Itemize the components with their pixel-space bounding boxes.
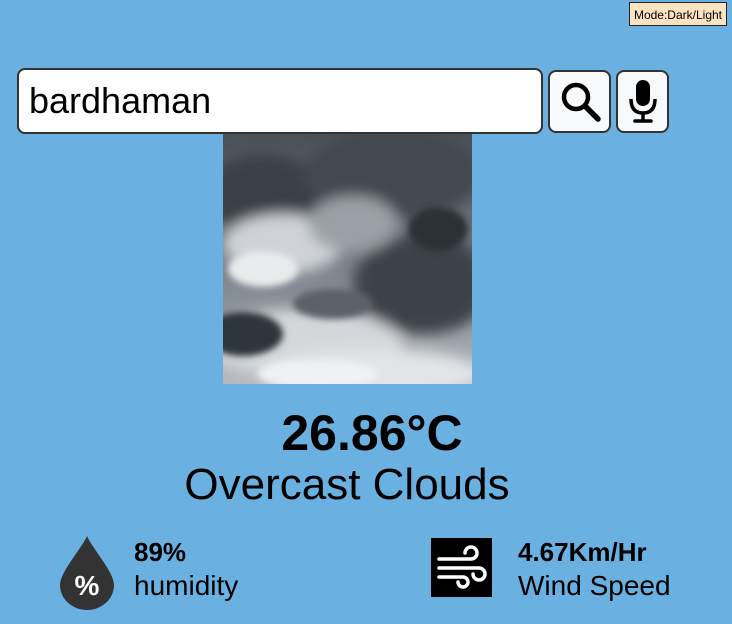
humidity-label: humidity [134, 570, 239, 601]
humidity-value: 89% [134, 537, 187, 567]
humidity-icon: % [60, 536, 114, 610]
search-icon [561, 82, 601, 122]
wind-speed-label: Wind Speed [518, 570, 671, 601]
search-button[interactable] [548, 69, 611, 133]
search-input[interactable] [17, 68, 543, 134]
svg-text:%: % [75, 570, 100, 601]
voice-search-button[interactable] [616, 69, 669, 133]
temperature-readout: 26.86°C [281, 405, 463, 461]
mode-toggle-button[interactable]: Mode:Dark/Light [628, 2, 727, 26]
weather-description: Overcast Clouds [184, 460, 510, 509]
microphone-icon [628, 80, 657, 123]
search-bar [17, 68, 669, 134]
wind-icon [431, 538, 492, 597]
wind-speed-value: 4.67Km/Hr [518, 537, 647, 567]
weather-condition-image [223, 134, 472, 384]
